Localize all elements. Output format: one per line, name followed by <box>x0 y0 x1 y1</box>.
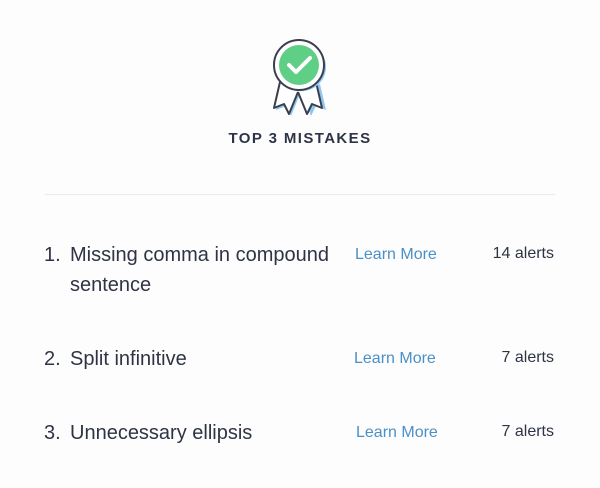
learn-more-link[interactable]: Learn More <box>355 240 437 270</box>
learn-more-link[interactable]: Learn More <box>354 344 436 374</box>
divider <box>45 194 555 195</box>
list-item: 2. Split infinitive Learn More 7 alerts <box>0 344 600 376</box>
mistake-index: 3. <box>44 422 61 444</box>
alerts-count: 7 alerts <box>501 349 554 366</box>
award-ribbon-check-icon <box>273 39 326 116</box>
page-title: TOP 3 MISTAKES <box>228 130 372 147</box>
learn-more-link[interactable]: Learn More <box>356 418 438 448</box>
mistake-index: 2. <box>44 348 61 370</box>
list-item: 1. Missing comma in compound sentence Le… <box>0 240 600 304</box>
mistakes-panel: TOP 3 MISTAKES 1. Missing comma in compo… <box>0 0 600 488</box>
alerts-count: 14 alerts <box>492 245 554 262</box>
mistake-title: Unnecessary ellipsis <box>70 422 253 444</box>
mistake-title: Split infinitive <box>70 348 187 370</box>
mistake-title: Missing comma in compound sentence <box>70 244 329 296</box>
mistake-index: 1. <box>44 244 61 266</box>
list-item: 3. Unnecessary ellipsis Learn More 7 ale… <box>0 418 600 450</box>
alerts-count: 7 alerts <box>501 423 554 440</box>
